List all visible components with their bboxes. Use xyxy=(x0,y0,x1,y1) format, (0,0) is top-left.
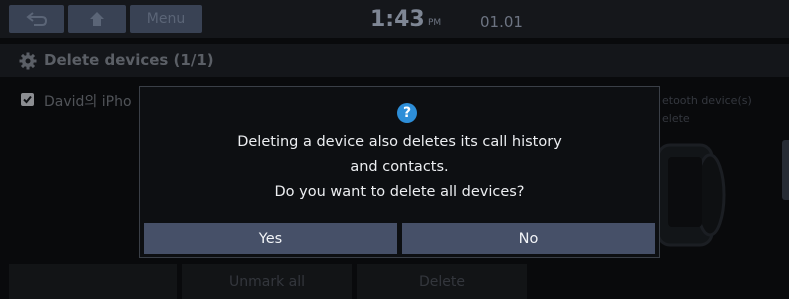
menu-button[interactable]: Menu xyxy=(130,5,202,33)
home-icon xyxy=(89,11,105,27)
screen: Menu 1:43 PM 01.01 Delete devices (1/1) … xyxy=(0,0,789,299)
back-button[interactable] xyxy=(9,5,64,33)
home-button[interactable] xyxy=(68,5,126,33)
clock-time: 1:43 xyxy=(370,7,425,32)
dialog-message-line-3: Do you want to delete all devices? xyxy=(274,184,525,200)
no-label: No xyxy=(518,230,539,247)
clock-ampm: PM xyxy=(428,18,442,28)
question-icon: ? xyxy=(397,103,417,123)
confirm-dialog: ? Deleting a device also deletes its cal… xyxy=(139,86,660,258)
date: 01.01 xyxy=(480,13,523,31)
dialog-message-line-1: Deleting a device also deletes its call … xyxy=(237,134,562,150)
dialog-message-line-2: and contacts. xyxy=(350,159,449,175)
menu-label: Menu xyxy=(146,11,186,27)
back-arrow-icon xyxy=(25,11,48,27)
yes-label: Yes xyxy=(258,230,283,247)
yes-button[interactable]: Yes xyxy=(144,223,397,254)
no-button[interactable]: No xyxy=(402,223,655,254)
dialog-message: Deleting a device also deletes its call … xyxy=(140,130,659,205)
